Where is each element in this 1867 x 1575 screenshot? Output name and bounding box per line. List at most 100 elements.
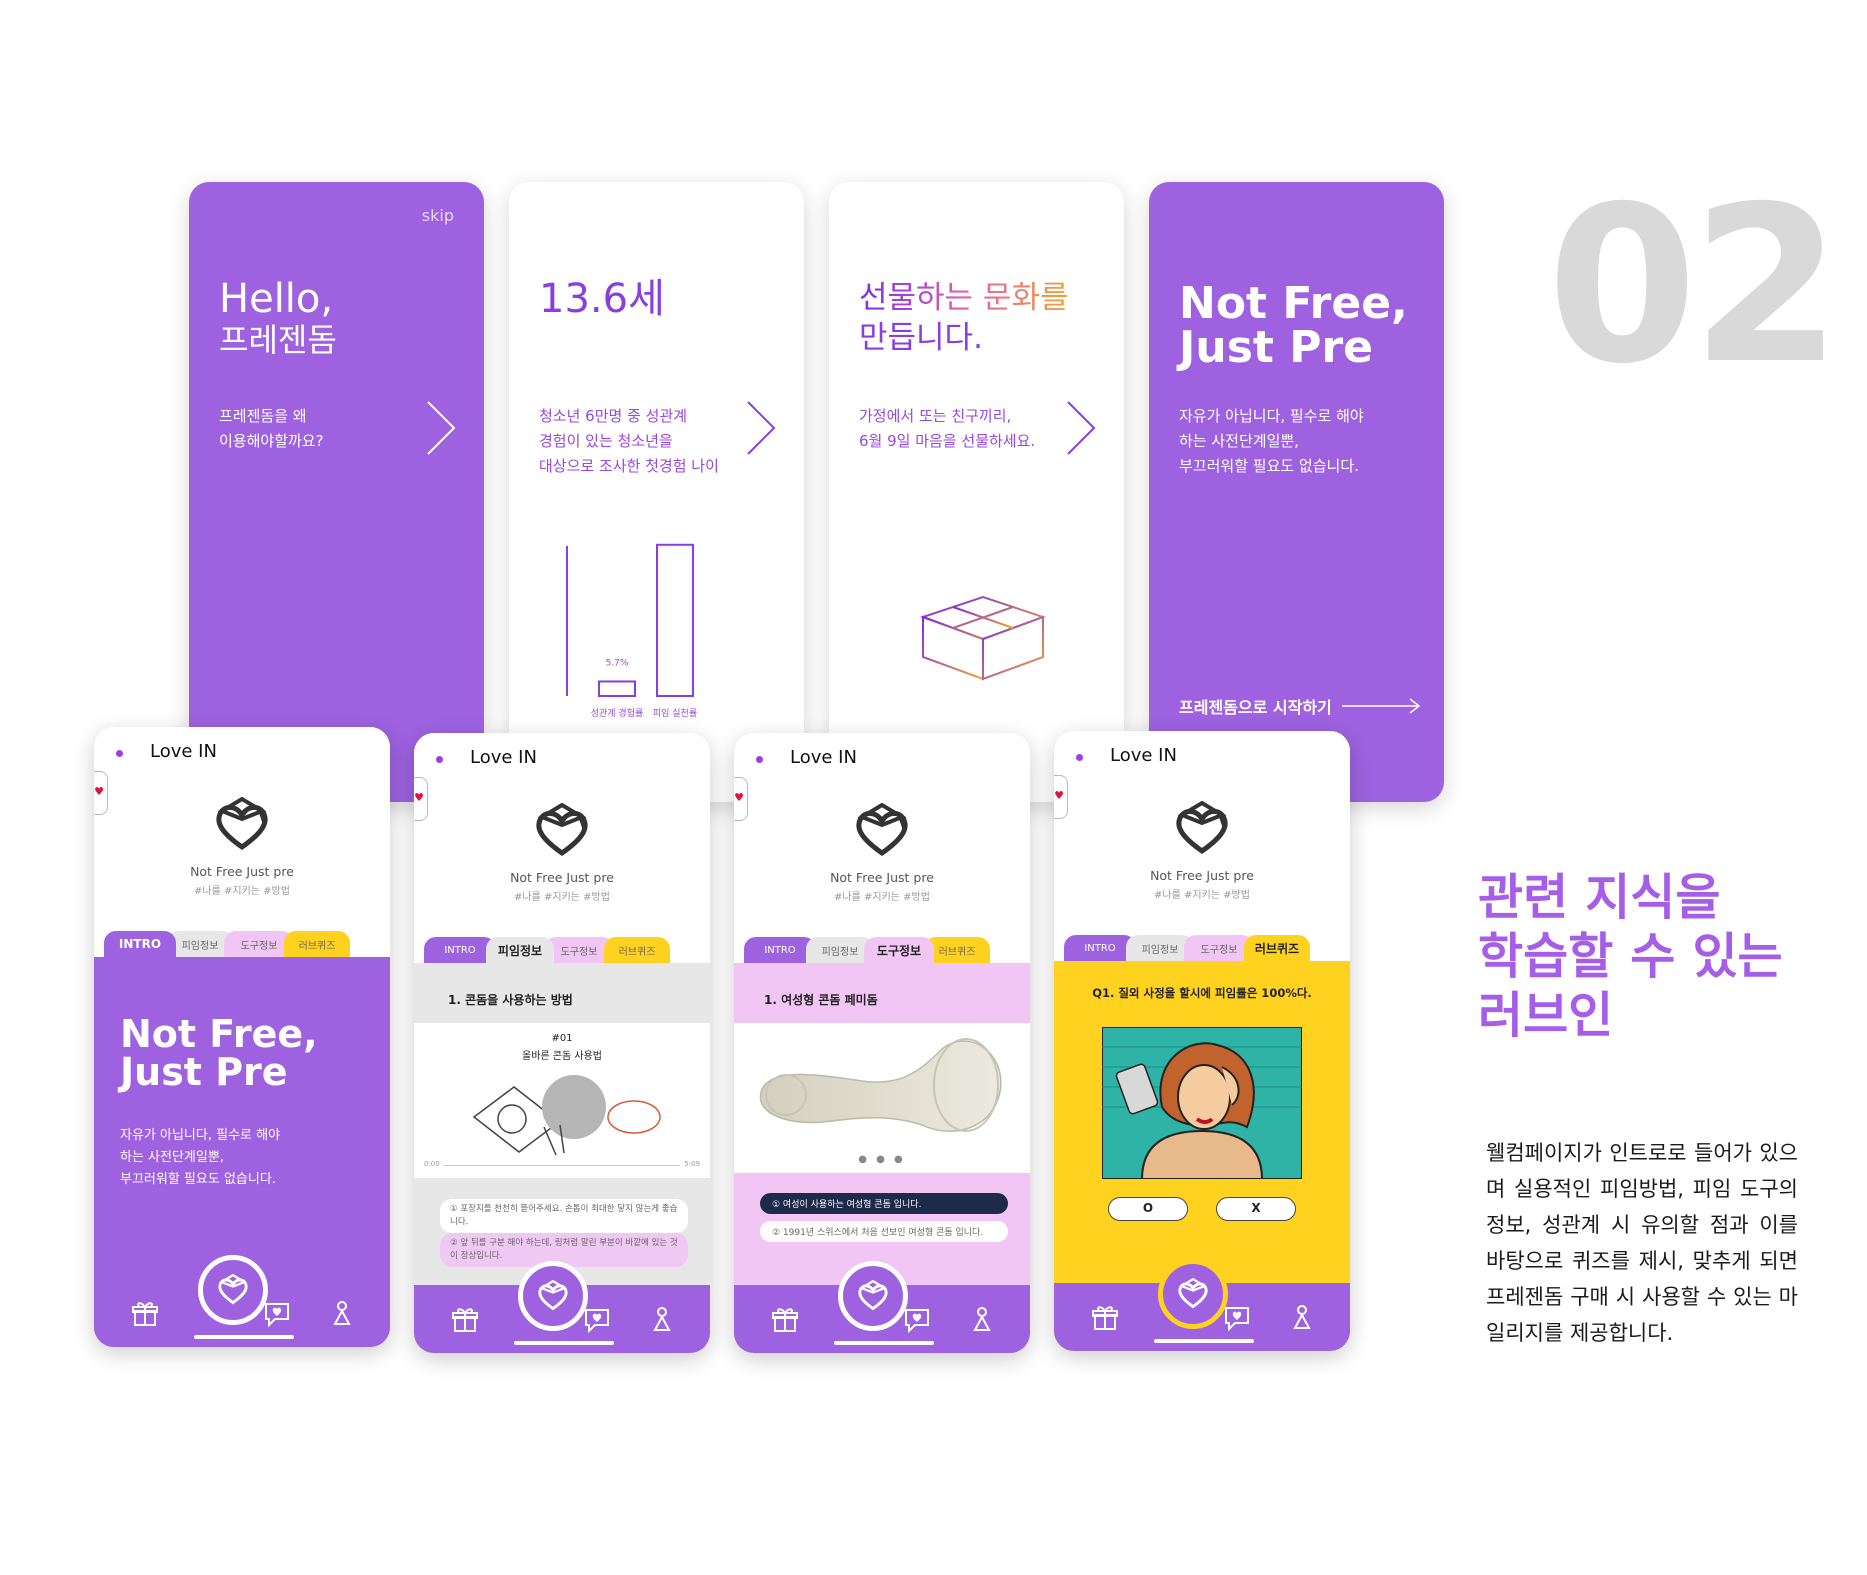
- heart-logo-icon: [218, 1274, 248, 1305]
- section-number: 02: [1547, 160, 1842, 411]
- gift-desc: 가정에서 또는 친구끼리, 6월 9일 마음을 선물하세요.: [859, 404, 1035, 454]
- hello-text: Hello,: [219, 276, 334, 322]
- gift-icon[interactable]: [772, 1307, 798, 1333]
- tab-quiz[interactable]: 러브퀴즈: [284, 931, 350, 957]
- chat-heart-icon[interactable]: [1224, 1305, 1250, 1331]
- app-tagline: Not Free Just pre: [510, 870, 614, 885]
- chevron-right-icon[interactable]: [1066, 400, 1096, 456]
- heart-side-tab[interactable]: ♥: [414, 777, 428, 821]
- gift-icon[interactable]: [452, 1307, 478, 1333]
- heart-logo-icon: [1178, 1278, 1208, 1309]
- app-header: Love IN ♥ Not Free Just pre #나를 #지키는 #방법: [1054, 731, 1350, 941]
- title-line: Not Free,: [120, 1012, 318, 1056]
- person-icon[interactable]: [972, 1307, 992, 1333]
- title-line: 러브인: [1478, 987, 1614, 1044]
- tab-bar: INTRO 피임정보 도구정보 러브퀴즈: [104, 931, 350, 957]
- title-line: 선물하는 문화를: [859, 280, 1069, 316]
- status-dot: [1076, 754, 1083, 761]
- home-button[interactable]: [1158, 1259, 1228, 1329]
- answer-x-button[interactable]: X: [1216, 1197, 1296, 1221]
- tab-bar: INTRO 피임정보 도구정보 러브퀴즈: [424, 937, 670, 963]
- status-dot: [756, 756, 763, 763]
- answer-o-button[interactable]: O: [1108, 1197, 1188, 1221]
- phone-intro: Love IN ♥ Not Free Just pre #나를 #지키는 #방법…: [94, 727, 390, 1347]
- home-button[interactable]: [838, 1261, 908, 1331]
- app-name: Love IN: [150, 741, 217, 762]
- section-description: 웰컴페이지가 인트로로 들어가 있으며 실용적인 피임방법, 피임 도구의 정보…: [1486, 1141, 1798, 1345]
- desc-line: 경험이 있는 청소년을: [539, 432, 673, 450]
- tab-quiz[interactable]: 러브퀴즈: [604, 937, 670, 963]
- app-hashtags: #나를 #지키는 #방법: [834, 892, 930, 903]
- desc-line: 부끄러워할 필요도 없습니다.: [120, 1172, 276, 1187]
- person-icon[interactable]: [1292, 1305, 1312, 1331]
- heart-logo-icon: [536, 803, 588, 857]
- heart-side-tab[interactable]: ♥: [94, 771, 108, 815]
- title-line: Just Pre: [1179, 322, 1374, 373]
- video-progress-track[interactable]: [444, 1165, 680, 1166]
- phone-info: Love IN ♥ Not Free Just pre #나를 #지키는 #방법…: [414, 733, 710, 1353]
- gift-title: 선물하는 문화를 만듭니다.: [859, 278, 1069, 358]
- app-header: Love IN ♥ Not Free Just pre #나를 #지키는 #방법: [414, 733, 710, 943]
- tool-note: ① 여성이 사용하는 여성형 콘돔 입니다.: [760, 1193, 1008, 1214]
- person-icon[interactable]: [332, 1301, 352, 1327]
- desc-line: 프레젠돔을 왜: [219, 407, 307, 425]
- chat-heart-icon[interactable]: [584, 1307, 610, 1333]
- home-button[interactable]: [198, 1255, 268, 1325]
- desc-line: 청소년 6만명 중 성관계: [539, 407, 688, 425]
- heart-side-tab[interactable]: ♥: [734, 777, 748, 821]
- tab-tools[interactable]: 도구정보: [864, 937, 934, 963]
- carousel-dots[interactable]: ● ● ●: [734, 1154, 1030, 1165]
- app-name: Love IN: [1110, 745, 1177, 766]
- video-number: #01: [551, 1033, 573, 1044]
- heart-logo-icon: [858, 1280, 888, 1311]
- desc-line: 하는 사전단계일뿐,: [1179, 432, 1299, 450]
- product-image: ● ● ●: [734, 1023, 1030, 1173]
- heart-side-tab[interactable]: ♥: [1054, 775, 1068, 819]
- title-line: Not Free,: [1179, 278, 1408, 329]
- home-indicator: [514, 1341, 614, 1345]
- desc-line: 하는 사전단계일뿐,: [120, 1150, 224, 1165]
- gift-icon[interactable]: [132, 1301, 158, 1327]
- chat-heart-icon[interactable]: [264, 1301, 290, 1327]
- video-player[interactable]: #01 올바른 콘돔 사용법 0:00 5:09: [414, 1023, 710, 1178]
- app-header: Love IN ♥ Not Free Just pre #나를 #지키는 #방법: [94, 727, 390, 937]
- heart-logo-icon: [216, 797, 268, 851]
- home-indicator: [834, 1341, 934, 1345]
- tab-quiz[interactable]: 러브퀴즈: [1244, 935, 1310, 961]
- chevron-right-icon[interactable]: [426, 400, 456, 456]
- femidom-illustration: [759, 1038, 1002, 1132]
- bar-chart: 5.7%성관계 경험률59.3%피임 실천률: [566, 543, 771, 719]
- app-hashtags: #나를 #지키는 #방법: [1154, 890, 1250, 901]
- skip-button[interactable]: skip: [422, 206, 454, 225]
- gift-icon[interactable]: [1092, 1305, 1118, 1331]
- tools-heading: 1. 여성형 콘돔 페미돔: [764, 993, 878, 1007]
- tool-note: ② 1991년 스위스에서 처음 선보인 여성형 콘돔 입니다.: [760, 1221, 1008, 1242]
- home-button[interactable]: [518, 1261, 588, 1331]
- start-button[interactable]: 프레젠돔으로 시작하기: [1179, 694, 1422, 718]
- intro-title: Not Free, Just Pre: [120, 1015, 318, 1091]
- tab-contraception[interactable]: 피임정보: [486, 937, 554, 963]
- tab-intro[interactable]: INTRO: [104, 931, 176, 957]
- phone-quiz: Love IN ♥ Not Free Just pre #나를 #지키는 #방법…: [1054, 731, 1350, 1351]
- notfree-title: Not Free, Just Pre: [1179, 282, 1408, 370]
- title-line: Just Pre: [120, 1050, 288, 1094]
- start-label: 프레젠돔으로 시작하기: [1179, 698, 1332, 717]
- quiz-illustration: [1102, 1027, 1302, 1179]
- desc-line: 6월 9일 마음을 선물하세요.: [859, 432, 1036, 450]
- app-header: Love IN ♥ Not Free Just pre #나를 #지키는 #방법: [734, 733, 1030, 943]
- gift-box-icon: [919, 595, 1047, 681]
- video-time-end: 5:09: [684, 1160, 700, 1168]
- age-title: 13.6세: [539, 276, 665, 322]
- app-hashtags: #나를 #지키는 #방법: [514, 892, 610, 903]
- heart-logo-icon: [538, 1280, 568, 1311]
- section-title: 관련 지식을 학습할 수 있는 러브인: [1478, 868, 1783, 1045]
- app-tagline: Not Free Just pre: [1150, 868, 1254, 883]
- welcome-desc: 프레젠돔을 왜 이용해야할까요?: [219, 404, 324, 454]
- app-name: Love IN: [470, 747, 537, 768]
- welcome-card-notfree: Not Free, Just Pre 자유가 아닙니다, 필수로 해야 하는 사…: [1149, 182, 1444, 802]
- chat-heart-icon[interactable]: [904, 1307, 930, 1333]
- quiz-question: Q1. 질외 사정을 할시에 피임률은 100%다.: [1092, 986, 1312, 1000]
- chevron-right-icon[interactable]: [746, 400, 776, 456]
- person-icon[interactable]: [652, 1307, 672, 1333]
- intro-desc: 자유가 아닙니다, 필수로 해야 하는 사전단계일뿐, 부끄러워할 필요도 없습…: [120, 1125, 280, 1191]
